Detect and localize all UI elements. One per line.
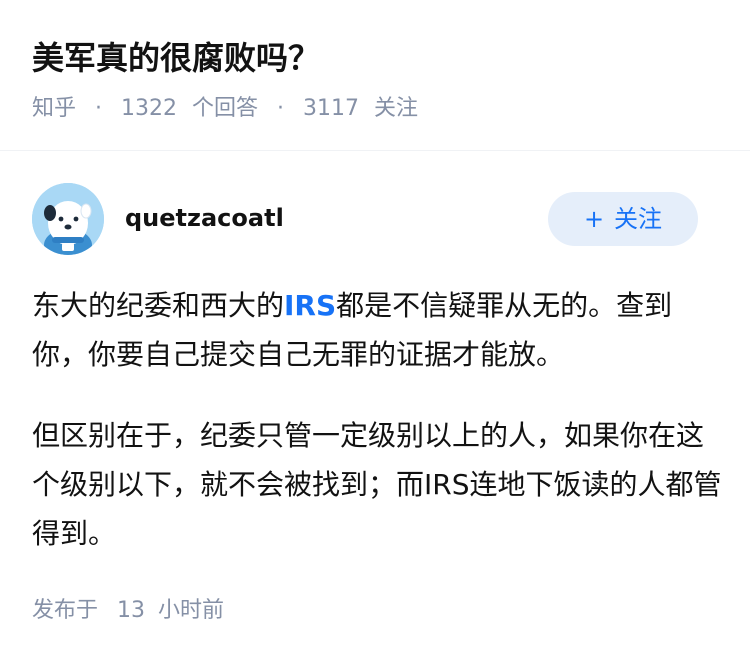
follower-count: 3117	[303, 96, 360, 121]
question-title[interactable]: 美军真的很腐败吗？	[32, 36, 320, 80]
irs-link[interactable]: IRS	[284, 289, 336, 322]
publish-info: 发布于 13 小时前	[32, 596, 224, 626]
plus-icon: +	[583, 205, 605, 233]
avatar[interactable]	[32, 183, 104, 255]
question-meta: 知乎 · 1322 个回答 · 3117 关注	[32, 94, 418, 124]
source-label[interactable]: 知乎	[32, 94, 76, 124]
header-divider	[0, 150, 750, 151]
publish-time-unit: 小时前	[158, 598, 225, 623]
answer-count-label: 个回答	[192, 96, 259, 121]
answer-paragraph-1: 东大的纪委和西大的IRS都是不信疑罪从无的。查到你，你要自己提交自己无罪的证据才…	[32, 281, 722, 379]
answer-text: 东大的纪委和西大的	[32, 289, 285, 322]
follow-button[interactable]: + 关注	[548, 192, 698, 246]
meta-separator: ·	[277, 96, 285, 121]
avatar-dog-icon	[32, 183, 104, 255]
follower-count-label: 关注	[374, 96, 419, 121]
author-name[interactable]: quetzacoatl	[125, 201, 284, 235]
follow-button-label: 关注	[614, 205, 663, 233]
meta-separator: ·	[95, 96, 103, 121]
publish-label: 发布于	[32, 598, 99, 623]
publish-time-value: 13	[117, 598, 146, 623]
author-row: quetzacoatl + 关注	[32, 183, 698, 255]
answer-count: 1322	[121, 96, 178, 121]
answer-paragraph-2: 但区别在于，纪委只管一定级别以上的人，如果你在这个级别以下，就不会被找到；而IR…	[32, 419, 722, 550]
answer-content: 东大的纪委和西大的IRS都是不信疑罪从无的。查到你，你要自己提交自己无罪的证据才…	[32, 281, 722, 558]
